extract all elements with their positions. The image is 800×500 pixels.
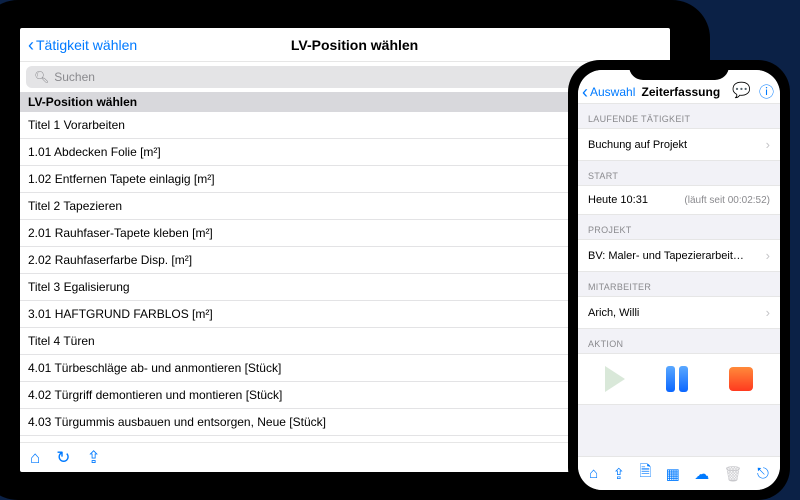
phone-notch — [629, 60, 729, 80]
section-label-action: AKTION — [578, 329, 780, 353]
share-icon[interactable]: ⇪ — [613, 465, 626, 483]
back-button[interactable]: ‹ Auswahl — [582, 83, 635, 101]
exit-icon[interactable]: ⎋ — [757, 465, 769, 482]
phone-toolbar: ⌂ ⇪ 🗎 ▦ ☁︎ 🗑︎ ⎋ — [578, 456, 780, 490]
pause-icon[interactable] — [666, 366, 688, 392]
chevron-left-icon: ‹ — [28, 36, 34, 54]
tablet-navbar: ‹ Tätigkeit wählen LV-Position wählen — [20, 28, 670, 62]
start-time: Heute 10:31 — [588, 194, 648, 206]
play-icon[interactable] — [605, 366, 625, 392]
share-icon[interactable]: ⇪ — [87, 448, 101, 468]
page-title: LV-Position wählen — [47, 37, 662, 53]
nav-action-icons: 💬 ⓘ — [732, 81, 774, 102]
chevron-right-icon: › — [766, 248, 770, 263]
stop-icon[interactable] — [729, 367, 753, 391]
document-icon[interactable]: 🗎 — [639, 461, 651, 486]
cloud-icon[interactable]: ☁︎ — [694, 465, 709, 483]
action-buttons — [578, 353, 780, 405]
section-label-start: START — [578, 161, 780, 185]
search-icon: 🔍︎ — [34, 70, 49, 84]
chat-icon[interactable]: 💬 — [732, 81, 751, 102]
chevron-right-icon: › — [766, 137, 770, 152]
employee-value: Arich, Willi — [588, 307, 639, 319]
project-value: BV: Maler- und Tapezierarbeiten Bürgerha… — [588, 250, 748, 262]
info-icon[interactable]: ⓘ — [759, 81, 774, 102]
phone-device: ‹ Auswahl Zeiterfassung 💬 ⓘ LAUFENDE TÄT… — [568, 60, 790, 500]
activity-cell[interactable]: Buchung auf Projekt › — [578, 128, 780, 161]
phone-content: LAUFENDE TÄTIGKEIT Buchung auf Projekt ›… — [578, 104, 780, 456]
project-cell[interactable]: BV: Maler- und Tapezierarbeiten Bürgerha… — [578, 239, 780, 272]
employee-cell[interactable]: Arich, Willi › — [578, 296, 780, 329]
page-title: Zeiterfassung — [629, 85, 732, 99]
trash-icon[interactable]: 🗑︎ — [724, 465, 743, 483]
chevron-right-icon: › — [766, 305, 770, 320]
section-label-project: PROJEKT — [578, 215, 780, 239]
start-cell[interactable]: Heute 10:31 (läuft seit 00:02:52) — [578, 185, 780, 215]
section-label-activity: LAUFENDE TÄTIGKEIT — [578, 104, 780, 128]
phone-screen: ‹ Auswahl Zeiterfassung 💬 ⓘ LAUFENDE TÄT… — [578, 70, 780, 490]
chevron-left-icon: ‹ — [582, 83, 588, 101]
section-label-employee: MITARBEITER — [578, 272, 780, 296]
home-icon[interactable]: ⌂ — [30, 448, 40, 468]
elapsed-time: (läuft seit 00:02:52) — [684, 195, 770, 206]
grid-icon[interactable]: ▦ — [666, 465, 680, 483]
refresh-icon[interactable]: ↻ — [56, 448, 70, 468]
search-placeholder: Suchen — [54, 70, 95, 84]
home-icon[interactable]: ⌂ — [589, 465, 598, 482]
activity-value: Buchung auf Projekt — [588, 139, 687, 151]
